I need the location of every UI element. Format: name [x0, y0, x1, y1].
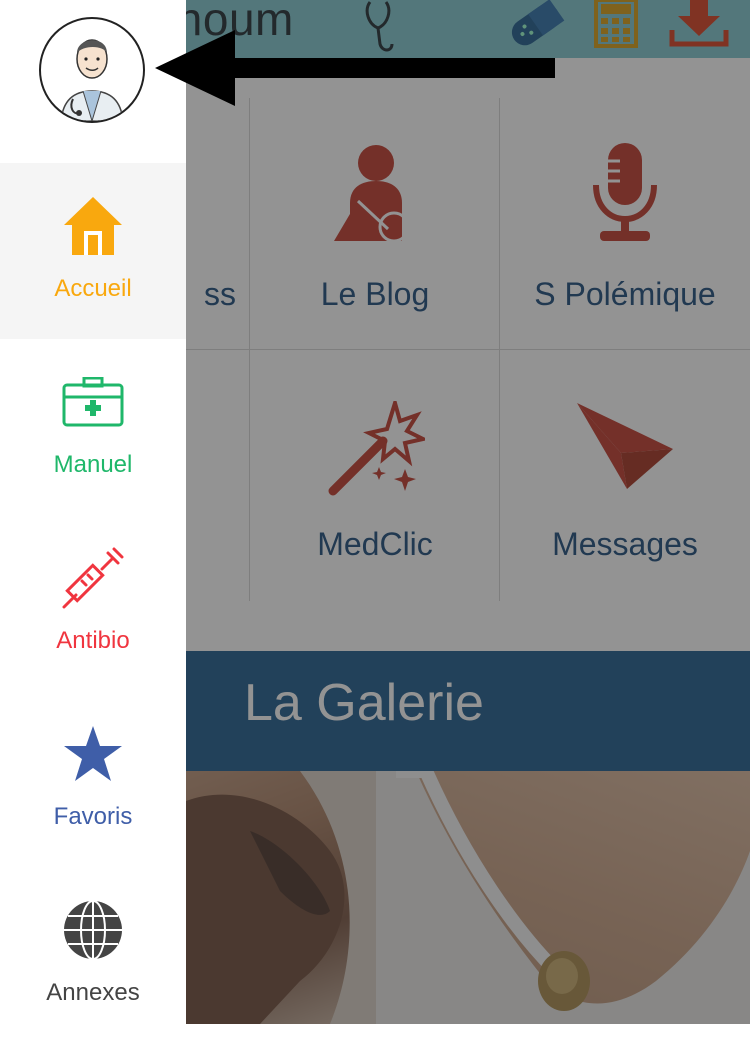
- user-avatar[interactable]: [39, 17, 145, 123]
- syringe-icon: [62, 547, 124, 609]
- side-drawer: Accueil Manuel Antibio Favoris Annexes: [0, 0, 186, 1024]
- drawer-item-antibio[interactable]: Antibio: [0, 515, 186, 691]
- drawer-item-label: Favoris: [53, 803, 133, 830]
- tutorial-arrow-icon: [155, 30, 555, 106]
- doctor-avatar-icon: [60, 39, 124, 121]
- drawer-item-label: Antibio: [56, 627, 130, 654]
- drawer-item-manuel[interactable]: Manuel: [0, 339, 186, 515]
- drawer-item-accueil[interactable]: Accueil: [0, 163, 186, 339]
- drawer-item-favoris[interactable]: Favoris: [0, 691, 186, 867]
- star-icon: [64, 726, 122, 781]
- drawer-item-label: Annexes: [46, 979, 140, 1006]
- drawer-item-annexes[interactable]: Annexes: [0, 867, 186, 1043]
- globe-icon: [64, 900, 122, 960]
- drawer-item-label: Accueil: [54, 275, 132, 302]
- drawer-item-label: Manuel: [53, 451, 133, 478]
- medical-kit-icon: [62, 377, 124, 427]
- home-icon: [64, 197, 122, 255]
